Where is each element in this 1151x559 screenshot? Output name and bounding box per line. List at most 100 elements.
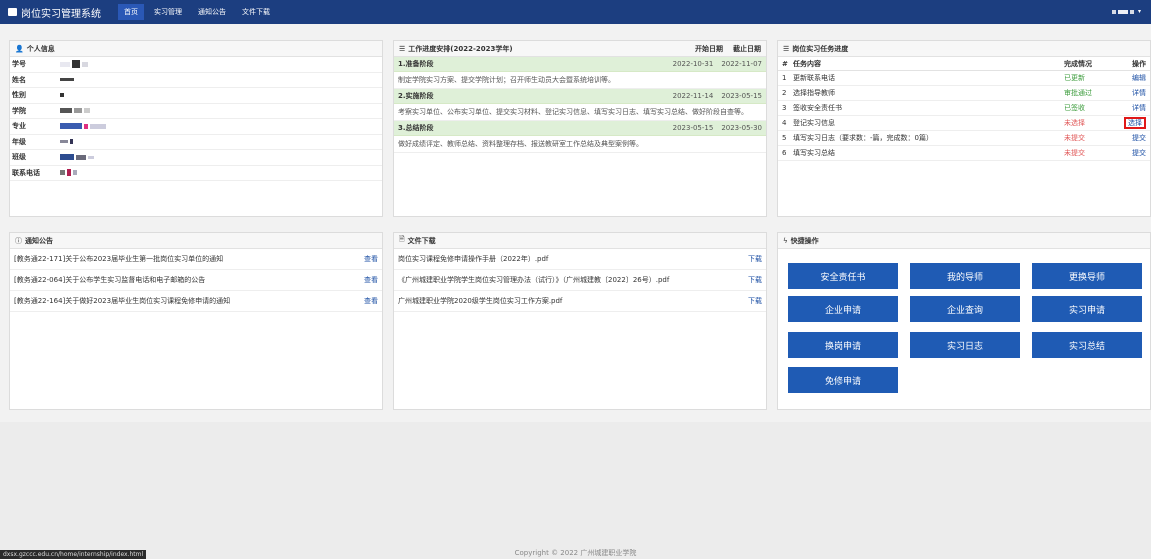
stage-row: 3.总结阶段 2023-05-15 2023-05-30: [394, 121, 766, 136]
task-status: 审批通过: [1064, 89, 1092, 97]
task-status: 已签收: [1064, 104, 1085, 112]
task-row: 2 选择指导教师 审批通过 详情: [778, 86, 1150, 101]
notice-title[interactable]: [教务通22-171]关于公布2023届毕业生第一批岗位实习单位的通知: [14, 254, 223, 264]
task-name: 登记实习信息: [793, 119, 835, 127]
task-status: 已更新: [1064, 74, 1085, 82]
btn-company-apply[interactable]: 企业申请: [788, 296, 898, 322]
btn-safety-agreement[interactable]: 安全责任书: [788, 263, 898, 289]
list-icon: ☰: [399, 44, 406, 53]
info-row-grade: 年级: [10, 135, 382, 150]
task-row: 6 填写实习总结 未提交 提交: [778, 146, 1150, 161]
downloads-panel: 🗎 文件下载 岗位实习课程免修申请操作手册（2022年）.pdf 下载 《广州城…: [393, 232, 767, 410]
nav-notices[interactable]: 通知公告: [192, 4, 232, 20]
chevron-down-icon: ▾: [1137, 8, 1141, 15]
stage-row: 2.实施阶段 2022-11-14 2023-05-15: [394, 89, 766, 104]
personal-info-title: 个人信息: [26, 44, 55, 53]
task-status: 未提交: [1064, 134, 1085, 142]
task-action-select[interactable]: 选择: [1124, 117, 1146, 129]
col-action: 操作: [1132, 59, 1146, 68]
task-row: 3 签收安全责任书 已签收 详情: [778, 101, 1150, 116]
task-number: 2: [782, 89, 787, 97]
schedule-panel: ☰ 工作进度安排(2022-2023学年) 开始日期 截止日期 1.准备阶段 202…: [393, 40, 767, 217]
user-name-redacted-tail: [1129, 9, 1134, 14]
file-name[interactable]: 广州城建职业学院2020级学生岗位实习工作方案.pdf: [398, 296, 562, 306]
btn-internship-summary[interactable]: 实习总结: [1032, 332, 1142, 358]
page-bottom-area: [0, 422, 1151, 559]
notice-title[interactable]: [教务通22-064]关于公布学生实习监督电话和电子邮箱的公告: [14, 275, 205, 285]
btn-company-query[interactable]: 企业查询: [910, 296, 1020, 322]
file-item: 广州城建职业学院2020级学生岗位实习工作方案.pdf 下载: [394, 291, 766, 312]
user-menu[interactable]: ▾: [1111, 8, 1141, 15]
notices-panel: ⓘ 通知公告 [教务通22-171]关于公布2023届毕业生第一批岗位实习单位的…: [9, 232, 383, 410]
file-download-link[interactable]: 下载: [748, 296, 762, 306]
user-name-redacted: [1117, 9, 1128, 14]
info-row-major: 专业: [10, 119, 382, 135]
task-action-details[interactable]: 详情: [1132, 89, 1146, 97]
info-label: 联系电话: [12, 168, 40, 177]
task-row: 5 填写实习日志（要求数：-篇，完成数：0篇） 未提交 提交: [778, 131, 1150, 146]
task-name: 更新联系电话: [793, 74, 835, 82]
info-value-redacted: [60, 169, 77, 177]
task-number: 5: [782, 134, 787, 142]
task-progress-title: 岗位实习任务进度: [792, 44, 849, 53]
notices-header: ⓘ 通知公告: [10, 233, 382, 249]
stage-start: 2022-10-31: [672, 60, 714, 68]
downloads-header: 🗎 文件下载: [394, 233, 766, 249]
app-title: 岗位实习管理系统: [21, 8, 101, 20]
task-number: 4: [782, 119, 787, 127]
task-number: 1: [782, 74, 787, 82]
btn-internship-log[interactable]: 实习日志: [910, 332, 1020, 358]
file-download-link[interactable]: 下载: [748, 275, 762, 285]
task-action-edit[interactable]: 编辑: [1132, 74, 1146, 82]
app-brand[interactable]: 岗位实习管理系统: [0, 5, 118, 20]
col-start-date: 开始日期: [695, 44, 723, 53]
info-value-redacted: [60, 108, 90, 114]
task-row: 1 更新联系电话 已更新 编辑: [778, 71, 1150, 86]
notice-view-link[interactable]: 查看: [364, 275, 378, 285]
downloads-title: 文件下载: [407, 236, 436, 245]
notices-title: 通知公告: [25, 236, 53, 245]
info-row-phone: 联系电话: [10, 166, 382, 181]
info-value-redacted: [60, 154, 94, 161]
notice-view-link[interactable]: 查看: [364, 254, 378, 264]
nav-internship-management[interactable]: 实习管理: [148, 4, 188, 20]
info-label: 姓名: [12, 75, 26, 84]
stage-start: 2023-05-15: [672, 124, 714, 132]
top-navbar: 岗位实习管理系统 首页 实习管理 通知公告 文件下载 ▾: [0, 0, 1151, 24]
lightning-icon: ϟ: [783, 236, 788, 245]
nav-home[interactable]: 首页: [118, 4, 144, 20]
task-action-submit[interactable]: 提交: [1132, 149, 1146, 157]
file-icon: 🗎: [399, 235, 405, 243]
btn-position-change[interactable]: 换岗申请: [788, 332, 898, 358]
task-action-details[interactable]: 详情: [1132, 104, 1146, 112]
file-download-link[interactable]: 下载: [748, 254, 762, 264]
notice-item: [教务通22-164]关于做好2023届毕业生岗位实习课程免修申请的通知 查看: [10, 291, 382, 312]
task-name: 选择指导教师: [793, 89, 835, 97]
btn-my-mentor[interactable]: 我的导师: [910, 263, 1020, 289]
file-name[interactable]: 《广州城建职业学院学生岗位实习管理办法（试行）》（广州城建教〔2022〕26号）…: [398, 275, 669, 285]
task-name: 签收安全责任书: [793, 104, 842, 112]
info-value-redacted: [60, 139, 73, 145]
info-row-name: 姓名: [10, 73, 382, 88]
info-value-redacted: [60, 60, 88, 69]
user-avatar: [1111, 9, 1116, 14]
btn-change-mentor[interactable]: 更换导师: [1032, 263, 1142, 289]
task-name: 填写实习总结: [793, 149, 835, 157]
file-name[interactable]: 岗位实习课程免修申请操作手册（2022年）.pdf: [398, 254, 548, 264]
btn-exemption-apply[interactable]: 免修申请: [788, 367, 898, 393]
col-end-date: 截止日期: [733, 44, 761, 53]
notice-title[interactable]: [教务通22-164]关于做好2023届毕业生岗位实习课程免修申请的通知: [14, 296, 230, 306]
col-number: #: [782, 59, 788, 68]
notice-view-link[interactable]: 查看: [364, 296, 378, 306]
personal-info-header: 👤 个人信息: [10, 41, 382, 57]
browser-status-url: dxsx.gzccc.edu.cn/home/internship/index.…: [0, 550, 147, 559]
task-status: 未选择: [1064, 119, 1085, 127]
btn-internship-apply[interactable]: 实习申请: [1032, 296, 1142, 322]
nav-downloads[interactable]: 文件下载: [236, 4, 276, 20]
info-label: 学号: [12, 60, 26, 69]
stage-start: 2022-11-14: [672, 92, 714, 100]
app-logo-icon: [8, 8, 17, 16]
task-action-submit[interactable]: 提交: [1132, 134, 1146, 142]
info-label: 年级: [12, 137, 26, 146]
stage-description: 制定学院实习方案、提交学院计划；召开师生动员大会暨系统培训等。: [394, 72, 766, 89]
